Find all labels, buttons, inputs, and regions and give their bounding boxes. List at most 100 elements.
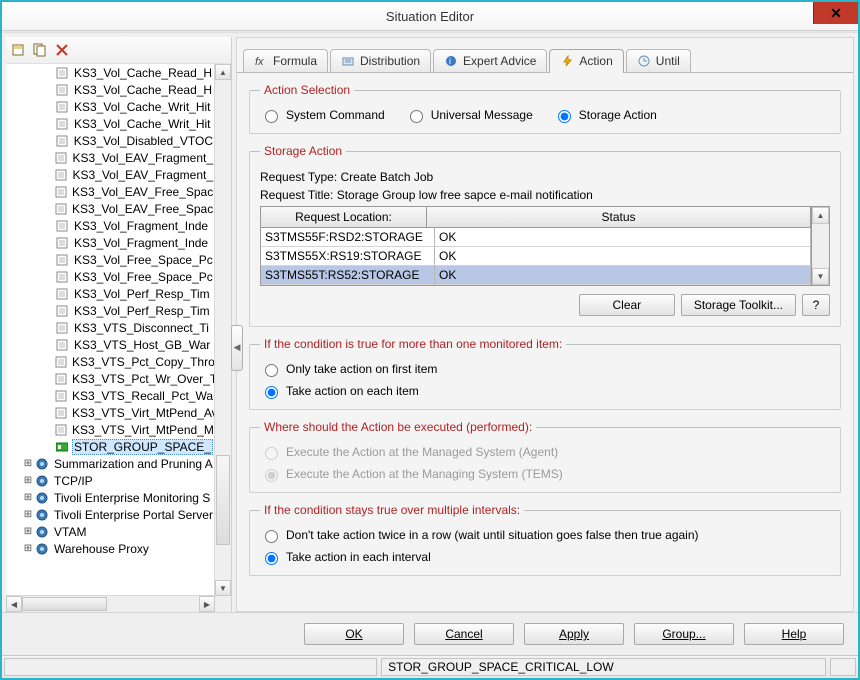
tree-leaf-item[interactable]: KS3_Vol_Cache_Read_H [6,81,215,98]
scroll-left-icon[interactable]: ◀ [6,596,22,612]
tree-leaf-item[interactable]: KS3_Vol_Free_Space_Pc [6,251,215,268]
tree-group-item[interactable]: ⊞TCP/IP [6,472,215,489]
tree-leaf-item[interactable]: KS3_Vol_Fragment_Inde [6,217,215,234]
tree-group-item[interactable]: ⊞Summarization and Pruning A [6,455,215,472]
table-row[interactable]: S3TMS55F:RSD2:STORAGEOK [261,228,811,247]
tree-group-item[interactable]: ⊞VTAM [6,523,215,540]
expand-icon[interactable]: ⊞ [22,475,34,486]
radio-option[interactable]: Only take action on first item [260,361,830,377]
tree-group-item[interactable]: ⊞ Warehouse Proxy [6,540,215,557]
tree-leaf-item[interactable]: KS3_Vol_Cache_Read_H [6,64,215,81]
situation-tree[interactable]: KS3_Vol_Cache_Read_HKS3_Vol_Cache_Read_H… [6,64,231,612]
tree-leaf-item[interactable]: KS3_Vol_EAV_Fragment_ [6,166,215,183]
dialog-body: KS3_Vol_Cache_Read_HKS3_Vol_Cache_Read_H… [2,33,858,678]
tree-leaf-item[interactable]: KS3_VTS_Pct_Copy_Thro [6,353,215,370]
scroll-right-icon[interactable]: ▶ [199,596,215,612]
splitter-collapse-handle[interactable]: ◀ [231,325,243,371]
radio-input[interactable] [265,110,278,123]
col-header-status[interactable]: Status [427,207,811,228]
document-icon [55,117,69,131]
radio-input[interactable] [265,364,278,377]
storage-toolkit-button[interactable]: Storage Toolkit... [681,294,796,316]
radio-input[interactable] [265,552,278,565]
cancel-button[interactable]: Cancel [414,623,514,645]
scroll-up-icon[interactable]: ▲ [215,64,231,80]
tab-action[interactable]: Action [549,49,623,73]
tree-leaf-item[interactable]: KS3_Vol_Perf_Resp_Tim [6,285,215,302]
storage-action-help-button[interactable]: ? [802,294,830,316]
delete-situation-icon[interactable] [54,42,70,58]
window-title: Situation Editor [2,9,858,24]
col-header-location[interactable]: Request Location: [261,207,427,228]
table-vertical-scrollbar[interactable]: ▲ ▼ [811,206,830,286]
tree-leaf-item[interactable]: KS3_Vol_Cache_Writ_Hit [6,115,215,132]
table-row[interactable]: S3TMS55T:RS52:STORAGEOK [261,266,811,285]
tree-item-label: KS3_Vol_EAV_Fragment_ [70,168,215,182]
tab-label: Expert Advice [463,54,536,68]
radio-input[interactable] [410,110,423,123]
radio-input[interactable] [558,110,571,123]
radio-input[interactable] [265,386,278,399]
radio-input[interactable] [265,530,278,543]
tree-leaf-item[interactable]: STOR_GROUP_SPACE_ [6,438,215,455]
tree-leaf-item[interactable]: KS3_VTS_Virt_MtPend_M [6,421,215,438]
tree-leaf-item[interactable]: KS3_VTS_Disconnect_Ti [6,319,215,336]
tree-leaf-item[interactable]: KS3_Vol_Perf_Resp_Tim [6,302,215,319]
category-icon [35,491,49,505]
scroll-down-icon[interactable]: ▼ [812,268,829,285]
tree-group-item[interactable]: ⊞Tivoli Enterprise Portal Server [6,506,215,523]
tree-horizontal-scrollbar[interactable]: ◀ ▶ [6,595,215,612]
request-location-table[interactable]: Request Location: Status S3TMS55F:RSD2:S… [260,206,830,286]
tree-leaf-item[interactable]: KS3_VTS_Recall_Pct_Wa [6,387,215,404]
action-selection-option[interactable]: Universal Message [405,107,533,123]
action-selection-option[interactable]: Storage Action [553,107,657,123]
status-cell-left [4,658,377,676]
expand-icon[interactable]: ⊞ [22,492,34,503]
scroll-down-icon[interactable]: ▼ [215,580,231,596]
storage-action-legend: Storage Action [260,144,346,158]
expand-icon[interactable]: ⊞ [22,543,34,554]
radio-option[interactable]: Take action in each interval [260,549,830,565]
window-close-button[interactable]: ✕ [813,2,858,24]
copy-situation-icon[interactable] [32,42,48,58]
expand-icon[interactable]: ⊞ [22,526,34,537]
tree-leaf-item[interactable]: KS3_Vol_EAV_Free_Spac [6,183,215,200]
tree-leaf-item[interactable]: KS3_Vol_Disabled_VTOC [6,132,215,149]
tree-leaf-item[interactable]: KS3_VTS_Virt_MtPend_Av [6,404,215,421]
document-icon [55,83,69,97]
group-button[interactable]: Group... [634,623,734,645]
action-selection-option[interactable]: System Command [260,107,385,123]
tree-leaf-item[interactable]: KS3_VTS_Pct_Wr_Over_T [6,370,215,387]
radio-label: Storage Action [579,108,657,122]
tree-leaf-item[interactable]: KS3_Vol_Cache_Writ_Hit [6,98,215,115]
tab-formula[interactable]: fxFormula [243,49,328,72]
tab-distribution[interactable]: Distribution [330,49,431,72]
radio-option[interactable]: Don't take action twice in a row (wait u… [260,527,830,543]
tree-item-label: Warehouse Proxy [52,542,151,556]
tree-leaf-item[interactable]: KS3_VTS_Host_GB_War [6,336,215,353]
tree-leaf-item[interactable]: KS3_Vol_EAV_Fragment_ [6,149,215,166]
ok-button[interactable]: OK [304,623,404,645]
tree-vertical-scrollbar[interactable]: ▲ ▼ [214,64,231,596]
tree-leaf-item[interactable]: KS3_Vol_Free_Space_Pc [6,268,215,285]
new-situation-icon[interactable] [10,42,26,58]
expand-icon[interactable]: ⊞ [22,509,34,520]
apply-button[interactable]: Apply [524,623,624,645]
tree-group-item[interactable]: ⊞Tivoli Enterprise Monitoring S [6,489,215,506]
tree-leaf-item[interactable]: KS3_Vol_EAV_Free_Spac [6,200,215,217]
tree-leaf-item[interactable]: KS3_Vol_Fragment_Inde [6,234,215,251]
tab-until[interactable]: Until [626,49,691,72]
intervals-legend: If the condition stays true over multipl… [260,503,524,517]
situation-detail-panel: ◀ fxFormulaDistributioniExpert AdviceAct… [236,37,854,612]
document-icon [55,151,67,165]
document-icon [55,100,69,114]
help-button[interactable]: Help [744,623,844,645]
cell-location: S3TMS55X:RS19:STORAGE [261,247,435,266]
radio-option[interactable]: Take action on each item [260,383,830,399]
clear-button[interactable]: Clear [579,294,675,316]
expand-icon[interactable]: ⊞ [22,458,34,469]
table-row[interactable]: S3TMS55X:RS19:STORAGEOK [261,247,811,266]
scroll-up-icon[interactable]: ▲ [812,207,829,224]
request-title-value: Storage Group low free sapce e-mail noti… [337,188,593,202]
tab-expert[interactable]: iExpert Advice [433,49,547,72]
